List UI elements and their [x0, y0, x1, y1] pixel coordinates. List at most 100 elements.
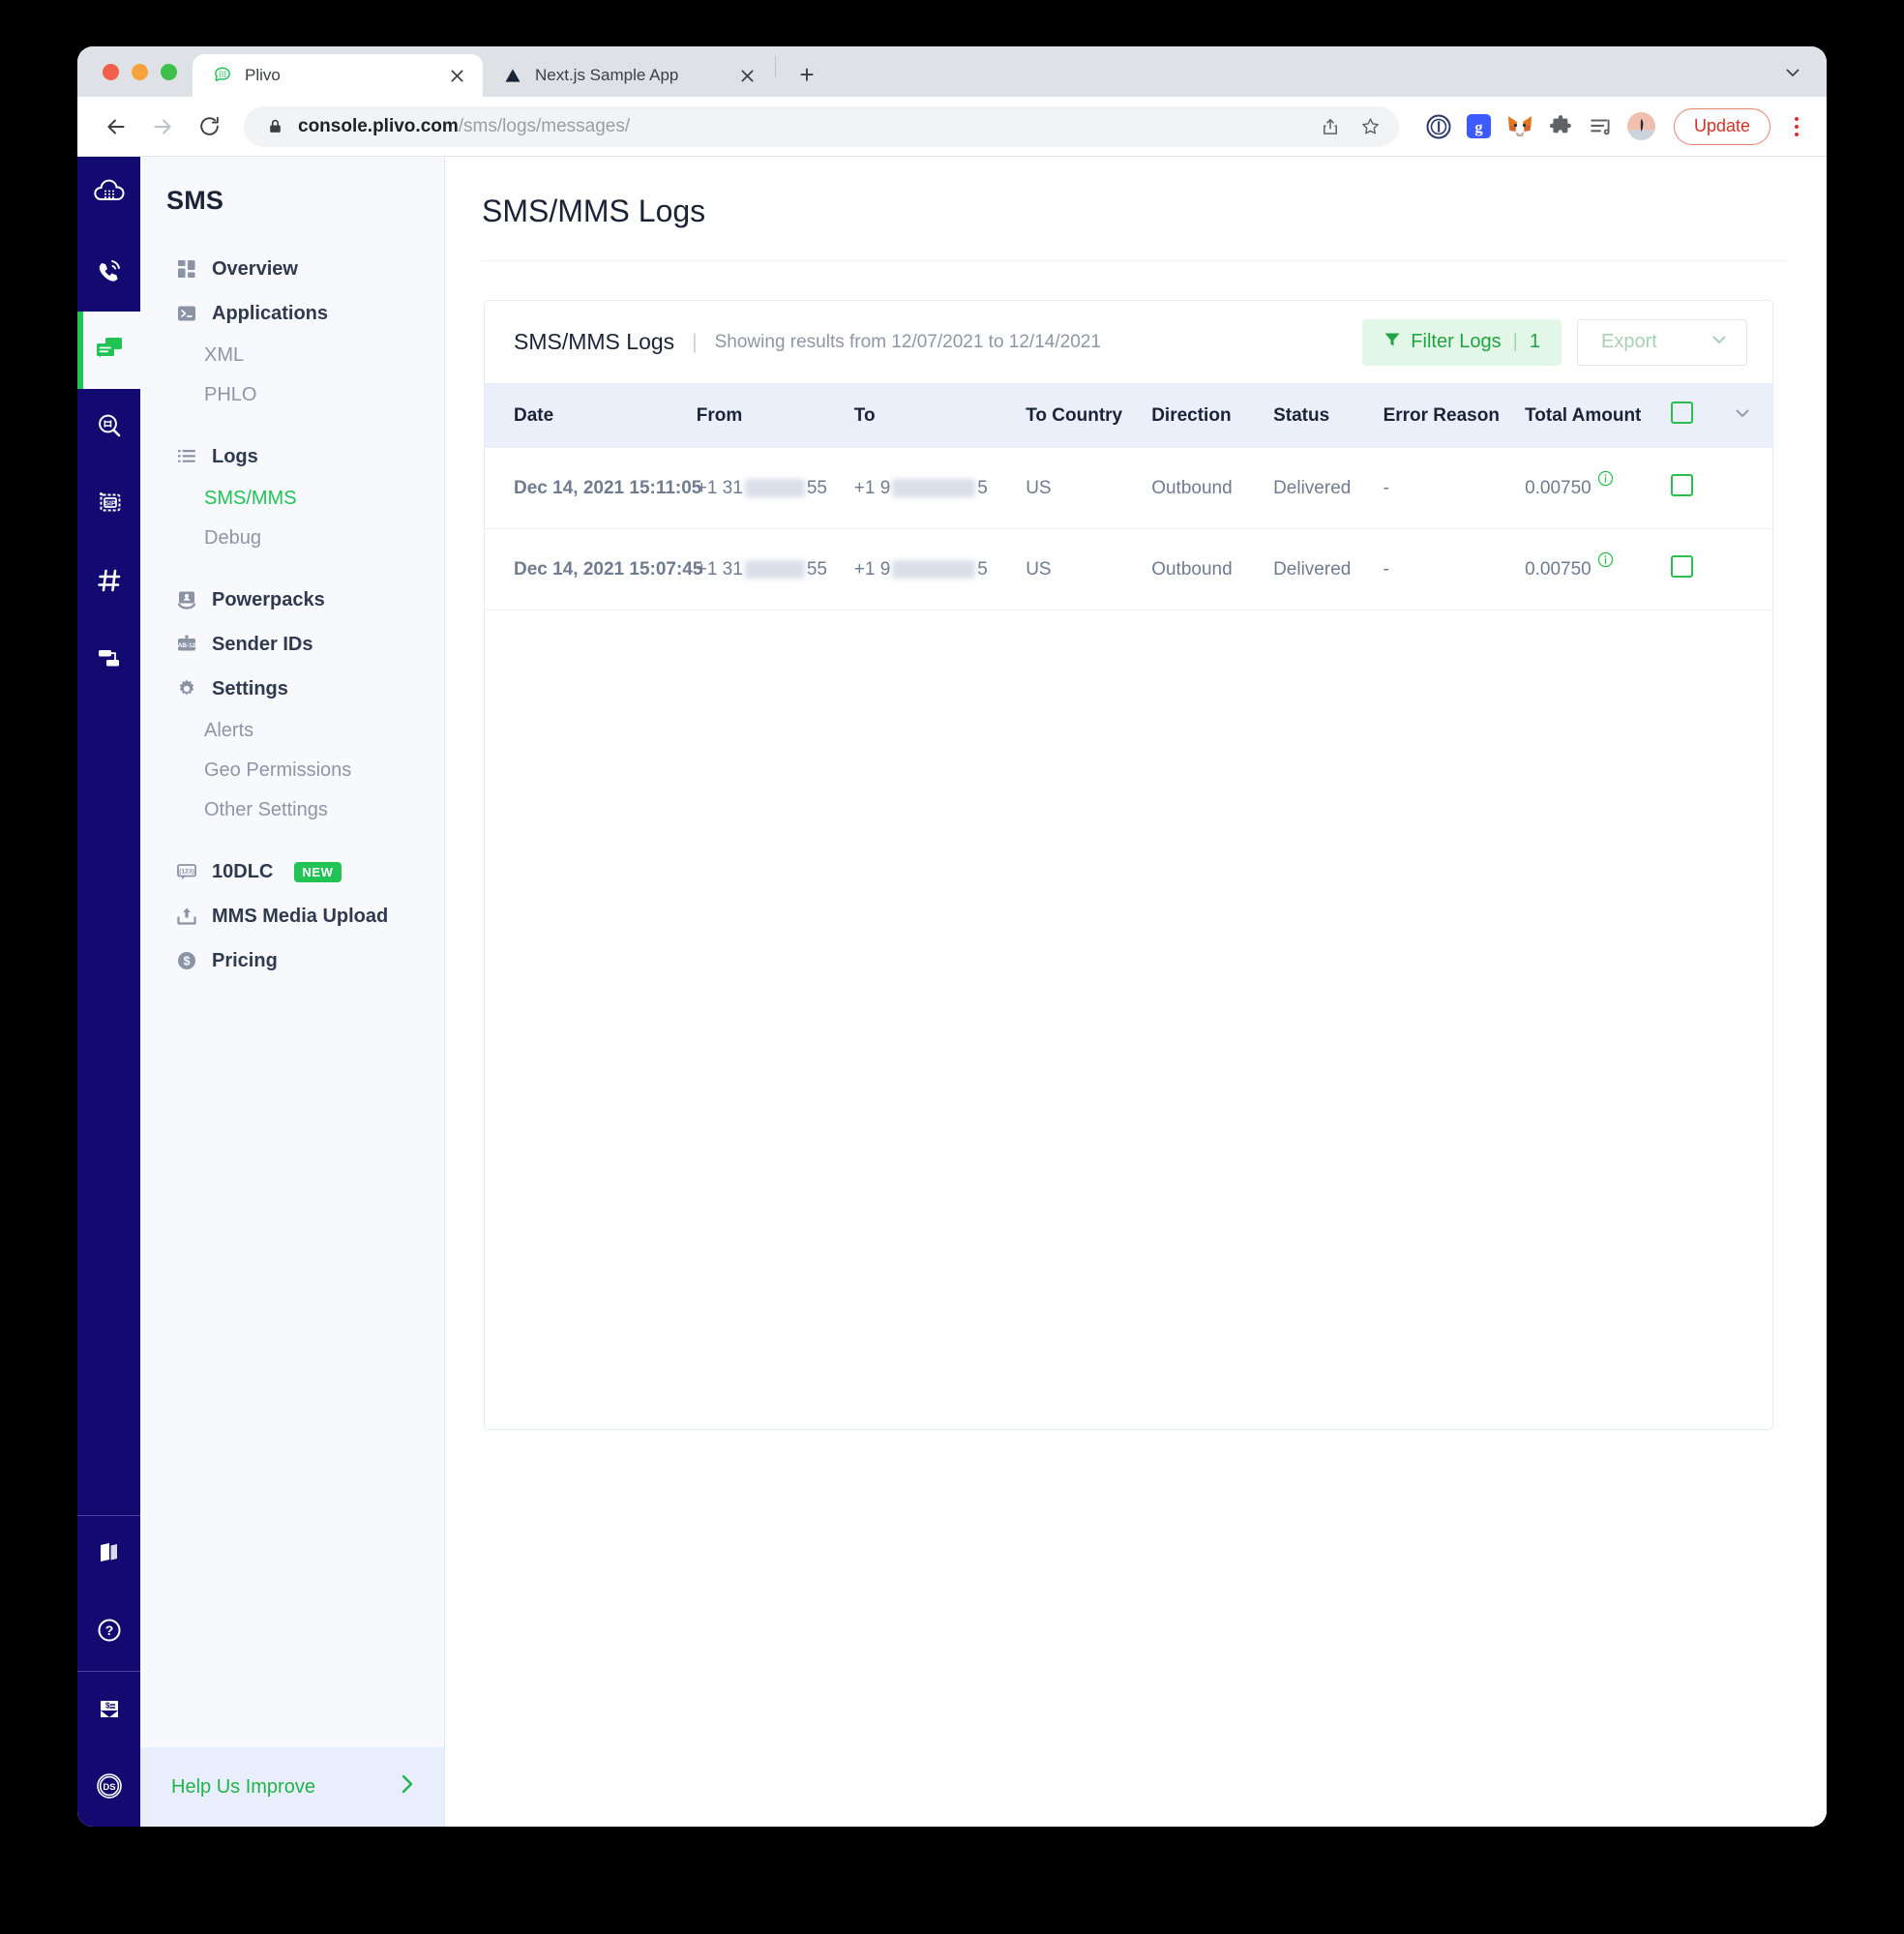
rail-item-billing[interactable]: $ — [77, 1672, 140, 1749]
close-tab-icon[interactable] — [444, 63, 469, 88]
column-header-to-country[interactable]: To Country — [1026, 383, 1151, 448]
sidebar-subitem-debug[interactable]: Debug — [140, 519, 444, 558]
column-header-error-reason[interactable]: Error Reason — [1383, 383, 1526, 448]
export-dropdown[interactable]: Export — [1577, 319, 1747, 366]
forward-button[interactable] — [141, 105, 184, 148]
maximize-window-button[interactable] — [161, 64, 177, 80]
cell-row-select — [1671, 448, 1733, 529]
profile-avatar-icon[interactable] — [1625, 110, 1658, 143]
plivo-logo-icon — [212, 65, 233, 86]
bookmark-star-icon[interactable] — [1353, 108, 1389, 145]
browser-menu-button[interactable] — [1780, 108, 1813, 145]
sidebar-title: SMS — [140, 157, 444, 216]
overview-grid-icon — [175, 257, 198, 281]
table-header-row: Date From To To Country Direction Status… — [485, 383, 1772, 448]
from-phone-number: +1 31 55 — [697, 478, 827, 499]
nextjs-triangle-icon — [502, 65, 523, 86]
sidebar-item-sender-ids[interactable]: AB-12 Sender IDs — [140, 622, 444, 667]
filter-count-separator: | — [1513, 331, 1518, 353]
rail-item-messaging[interactable] — [77, 312, 140, 389]
sidebar-subitem-alerts[interactable]: Alerts — [140, 711, 444, 751]
sidebar-item-10dlc[interactable]: (123) 10DLC NEW — [140, 849, 444, 894]
from-prefix: +1 31 — [697, 559, 743, 580]
sidebar-item-applications[interactable]: Applications — [140, 291, 444, 336]
logs-empty-area — [485, 610, 1772, 1429]
reload-button[interactable] — [188, 105, 230, 148]
column-header-to[interactable]: To — [854, 383, 1026, 448]
url-text: console.plivo.com/sms/logs/messages/ — [298, 116, 1312, 137]
minimize-window-button[interactable] — [132, 64, 148, 80]
address-bar[interactable]: console.plivo.com/sms/logs/messages/ — [244, 106, 1399, 147]
rail-item-phone-numbers[interactable] — [77, 544, 140, 621]
filter-logs-button[interactable]: Filter Logs | 1 — [1362, 319, 1562, 366]
sidebar-subitem-other-settings[interactable]: Other Settings — [140, 790, 444, 830]
1password-icon[interactable] — [1422, 110, 1455, 143]
close-window-button[interactable] — [103, 64, 119, 80]
tendlc-icon: (123) — [175, 860, 198, 883]
info-circle-icon[interactable] — [1597, 470, 1614, 492]
metamask-fox-icon[interactable] — [1503, 110, 1536, 143]
table-row[interactable]: Dec 14, 2021 15:07:45 +1 31 55 — [485, 529, 1772, 610]
rail-item-docs[interactable] — [77, 1516, 140, 1593]
back-button[interactable] — [95, 105, 137, 148]
cell-error-reason: - — [1383, 529, 1526, 610]
phone-call-icon — [94, 255, 125, 291]
to-suffix: 5 — [977, 478, 988, 499]
cell-from: +1 31 55 — [697, 529, 854, 610]
browser-tab-plivo[interactable]: Plivo — [193, 54, 483, 97]
puzzle-extensions-icon[interactable] — [1544, 110, 1577, 143]
rail-item-help[interactable]: ? — [77, 1593, 140, 1671]
row-checkbox[interactable] — [1671, 555, 1693, 578]
sidebar-item-powerpacks[interactable]: Powerpacks — [140, 578, 444, 622]
column-header-direction[interactable]: Direction — [1151, 383, 1273, 448]
rail-item-phone-call[interactable] — [77, 234, 140, 312]
sidebar-item-mms-media-upload[interactable]: MMS Media Upload — [140, 894, 444, 938]
close-tab-icon[interactable] — [734, 63, 759, 88]
info-circle-icon[interactable] — [1597, 551, 1614, 574]
sidebar-item-label: Logs — [212, 446, 258, 468]
sidebar-item-pricing[interactable]: $ Pricing — [140, 938, 444, 983]
cell-date[interactable]: Dec 14, 2021 15:11:05 — [485, 448, 697, 529]
column-header-status[interactable]: Status — [1273, 383, 1383, 448]
rail-item-voice[interactable] — [77, 157, 140, 234]
sidebar-item-settings[interactable]: Settings — [140, 667, 444, 711]
tab-search-chevron-down-icon[interactable] — [1772, 52, 1813, 93]
browser-toolbar: console.plivo.com/sms/logs/messages/ — [77, 97, 1827, 157]
dollar-icon: $ — [175, 949, 198, 972]
browser-tab-nextjs[interactable]: Next.js Sample App — [483, 54, 773, 97]
rail-item-sip-trunk[interactable]: SIP — [77, 466, 140, 544]
row-checkbox[interactable] — [1671, 474, 1693, 496]
window-traffic-lights — [95, 46, 193, 97]
sidebar-subitem-sms-mms[interactable]: SMS/MMS — [140, 479, 444, 519]
sidebar-subitem-geo-permissions[interactable]: Geo Permissions — [140, 751, 444, 790]
select-all-checkbox[interactable] — [1671, 402, 1693, 424]
new-tab-button[interactable]: + — [788, 55, 826, 94]
rail-item-zentrunk[interactable] — [77, 621, 140, 699]
sidebar-item-label: Applications — [212, 303, 328, 325]
chevron-down-icon[interactable] — [1733, 407, 1752, 428]
to-phone-number: +1 9 5 — [854, 478, 988, 499]
sidebar-gap — [140, 558, 444, 578]
sidebar-item-overview[interactable]: Overview — [140, 247, 444, 291]
column-header-total-amount[interactable]: Total Amount — [1525, 383, 1671, 448]
share-icon[interactable] — [1312, 108, 1349, 145]
sidebar-item-label: Pricing — [212, 950, 278, 972]
grammarly-icon[interactable]: g — [1463, 110, 1496, 143]
help-us-improve-button[interactable]: Help Us Improve — [140, 1747, 444, 1827]
column-header-date[interactable]: Date — [485, 383, 697, 448]
update-button[interactable]: Update — [1674, 108, 1770, 145]
column-header-from[interactable]: From — [697, 383, 854, 448]
to-phone-number: +1 9 5 — [854, 559, 988, 580]
cell-date[interactable]: Dec 14, 2021 15:07:45 — [485, 529, 697, 610]
from-suffix: 55 — [807, 478, 827, 499]
sidebar-subitem-phlo[interactable]: PHLO — [140, 375, 444, 415]
sidebar-item-logs[interactable]: Logs — [140, 434, 444, 479]
sidebar-gap — [140, 830, 444, 849]
rail-item-number-lookup[interactable] — [77, 389, 140, 466]
column-header-select-all — [1671, 383, 1733, 448]
sidebar-subitem-xml[interactable]: XML — [140, 336, 444, 375]
rail-item-account[interactable]: DS — [77, 1749, 140, 1827]
table-row[interactable]: Dec 14, 2021 15:11:05 +1 31 55 — [485, 448, 1772, 529]
reading-list-icon[interactable] — [1585, 110, 1618, 143]
cell-to: +1 9 5 — [854, 448, 1026, 529]
